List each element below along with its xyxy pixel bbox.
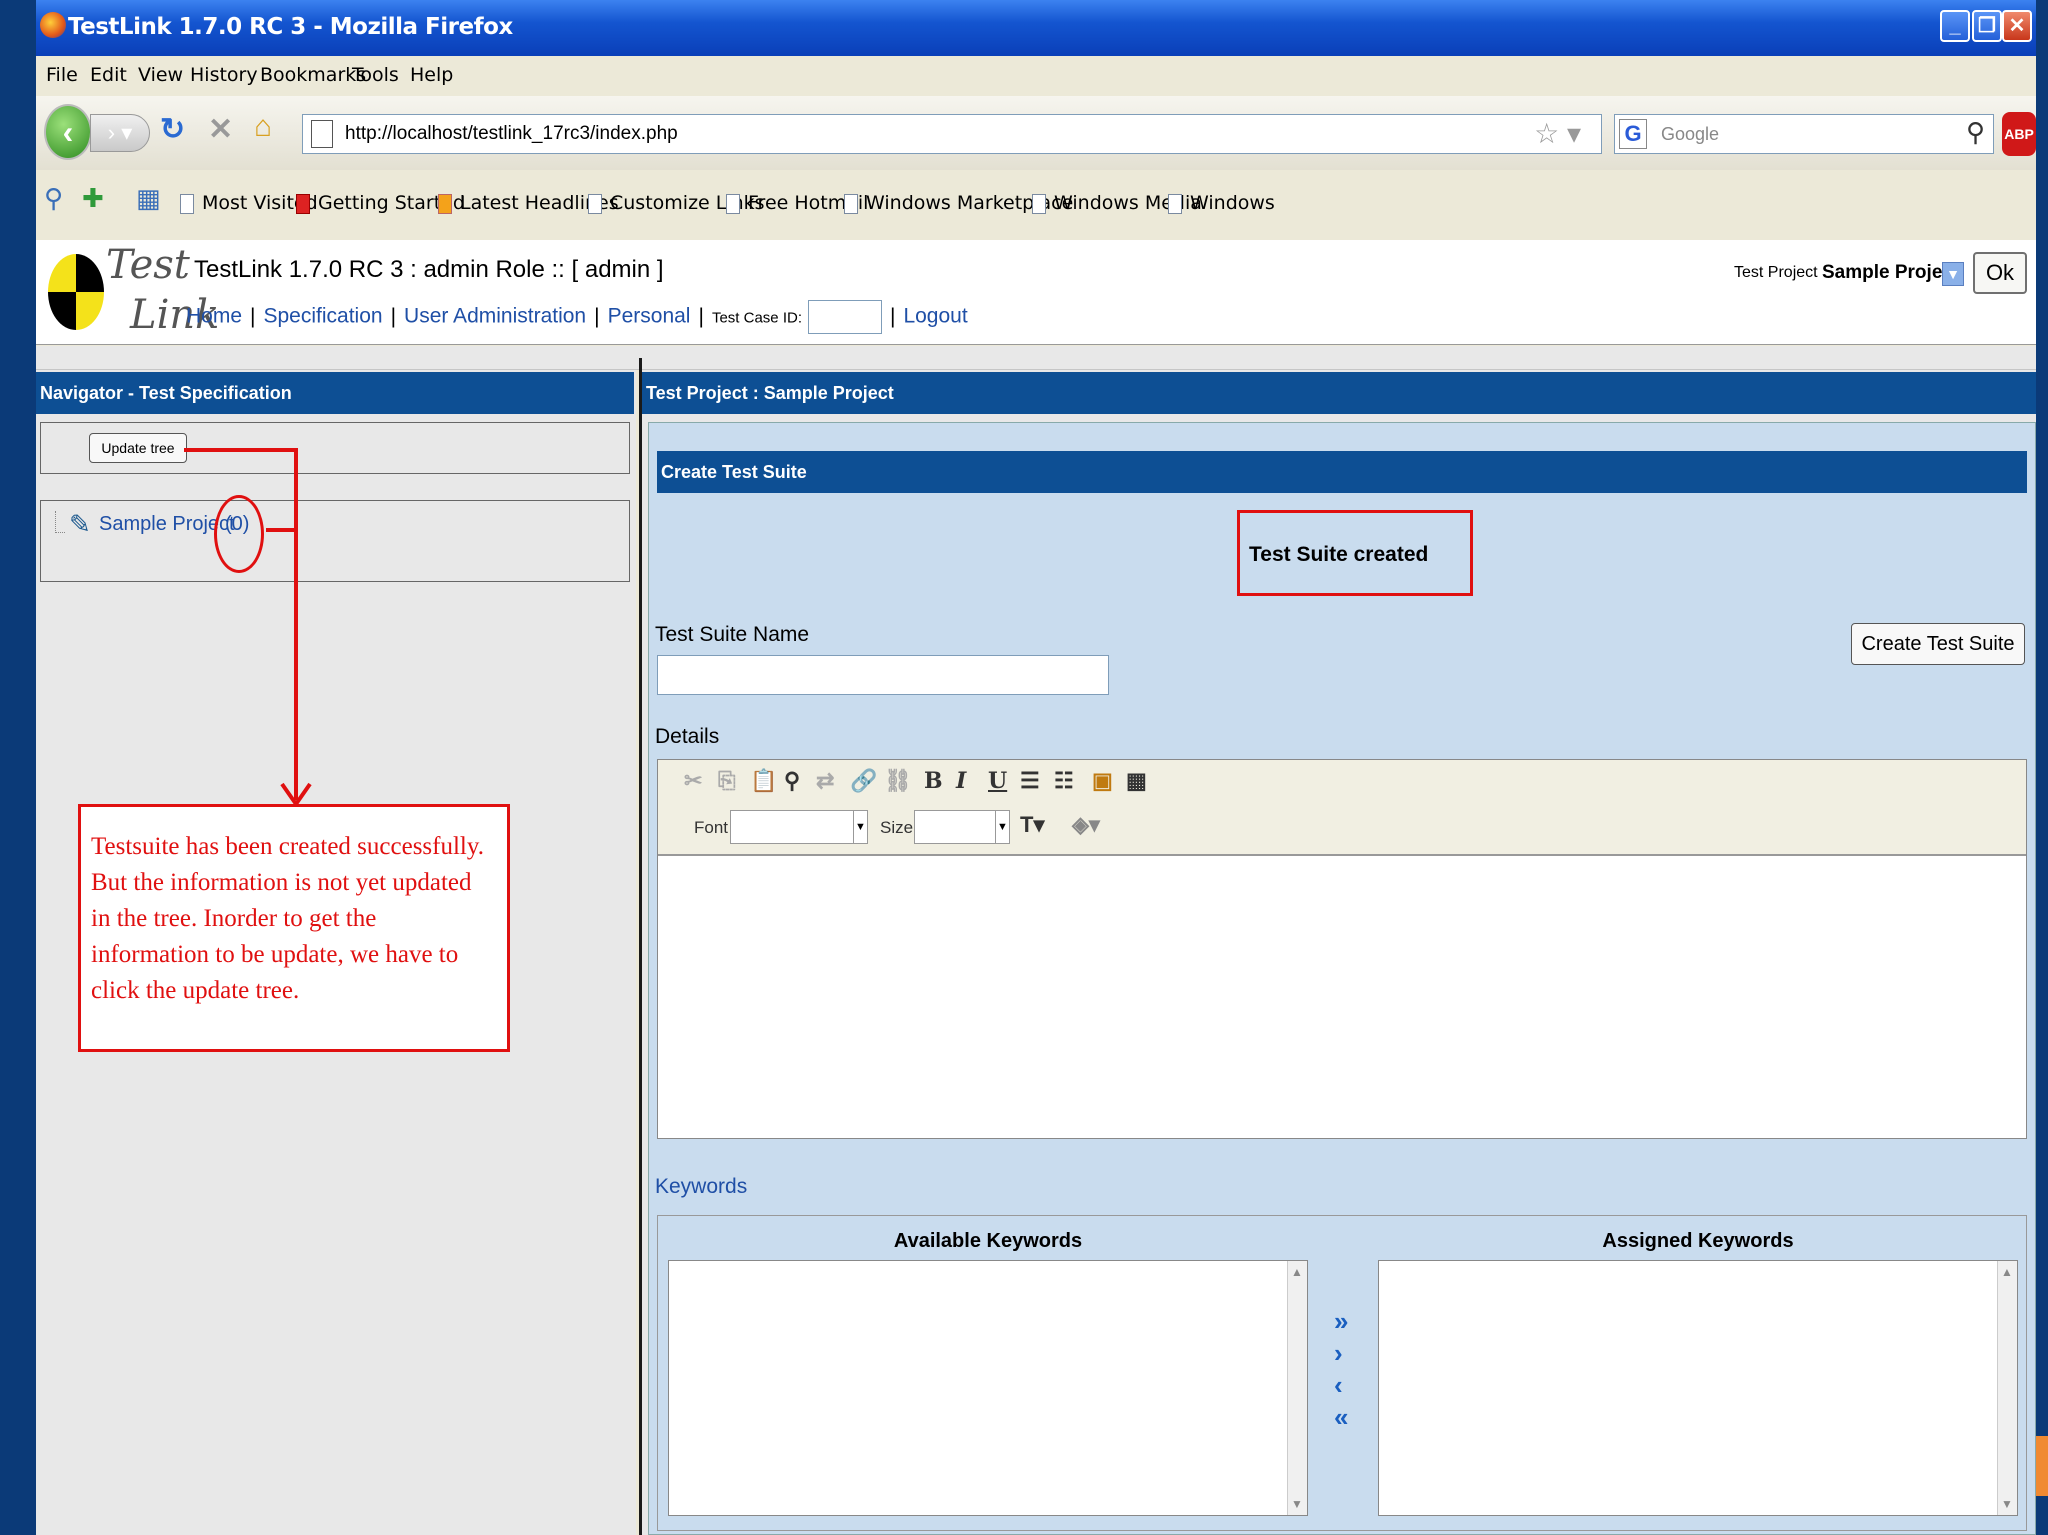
slide-decoration — [2036, 1436, 2048, 1496]
annotation-arrow — [184, 448, 312, 808]
annotation-callout: Testsuite has been created successfully.… — [78, 804, 510, 1052]
annotation-text: Testsuite has been created successfully.… — [91, 833, 485, 1004]
